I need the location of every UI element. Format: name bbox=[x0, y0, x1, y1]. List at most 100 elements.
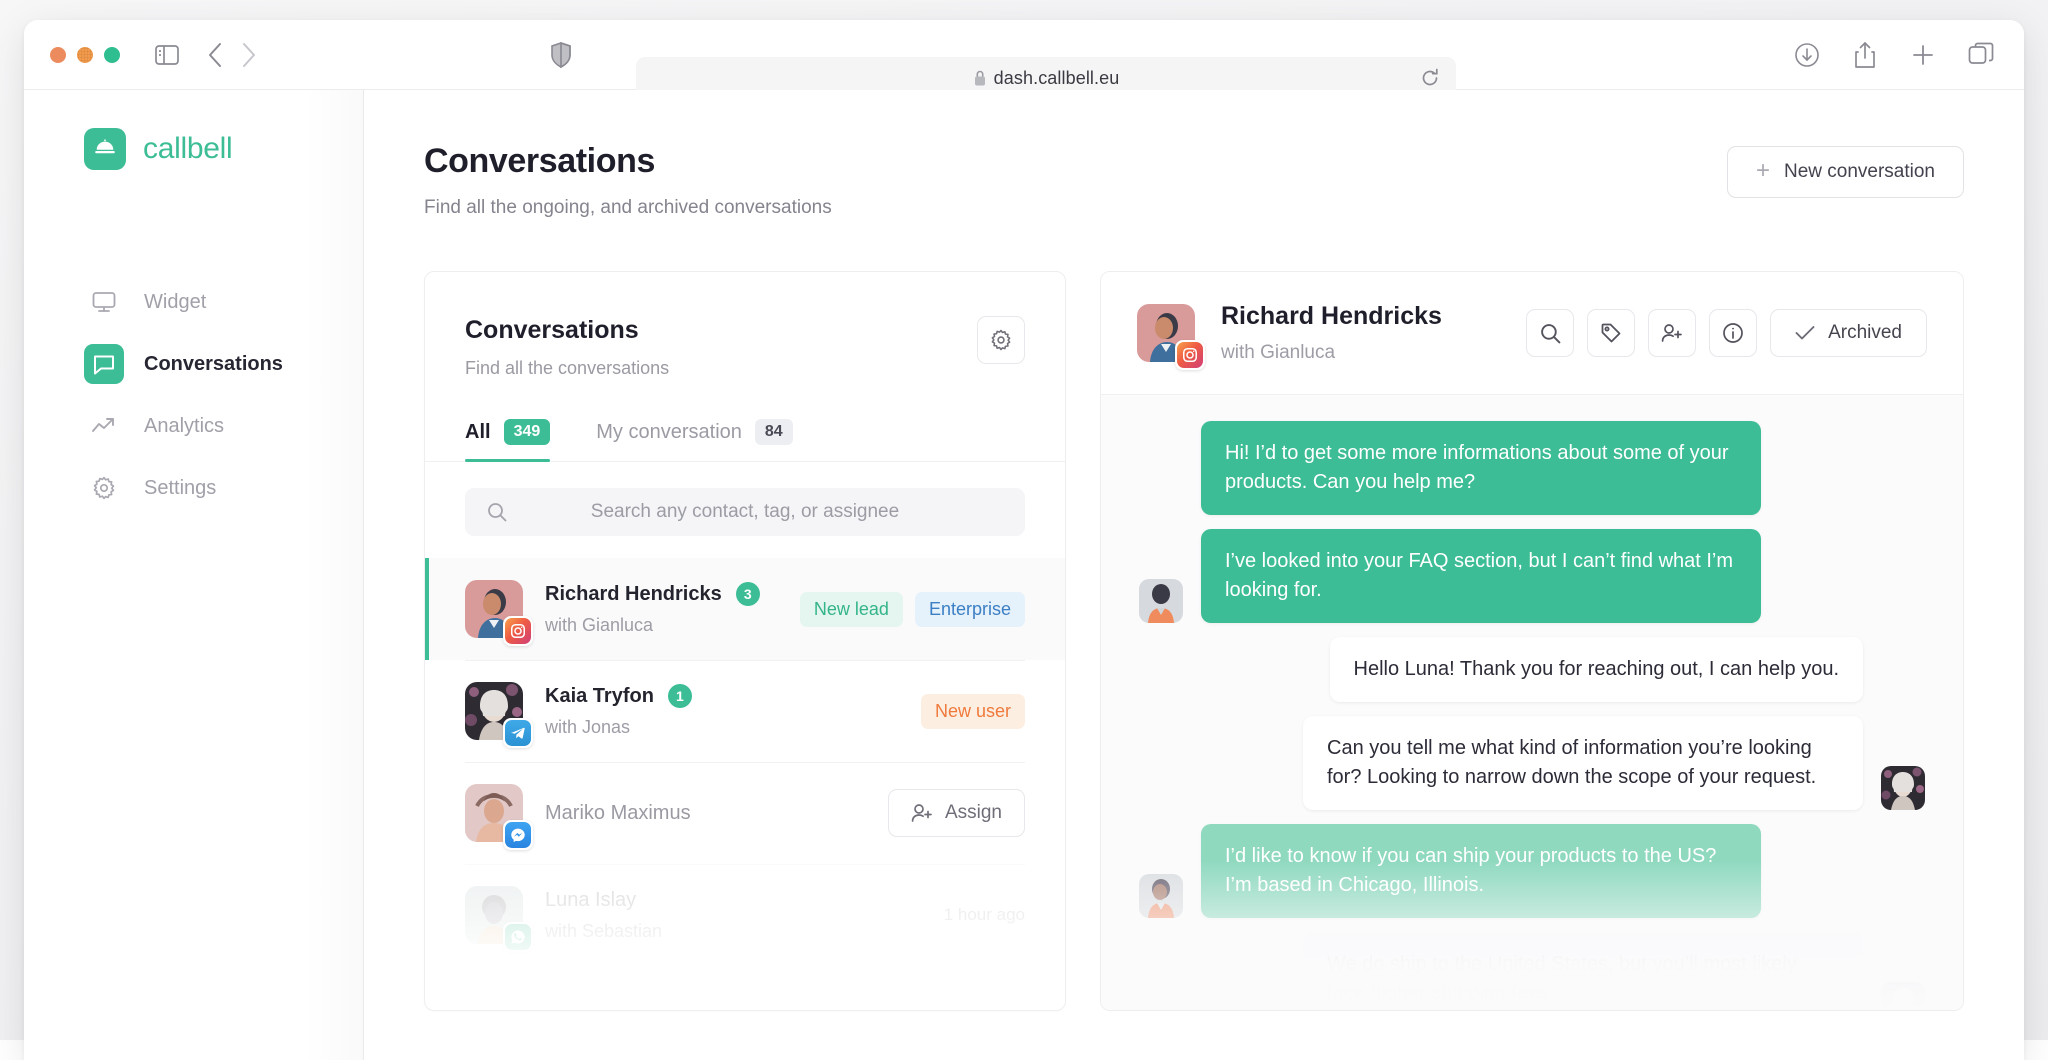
tab-all[interactable]: All 349 bbox=[465, 419, 550, 461]
sidebar-item-label: Widget bbox=[144, 291, 206, 314]
tab-overview-icon[interactable] bbox=[1964, 38, 1998, 72]
maximize-window-button[interactable] bbox=[104, 47, 120, 63]
tab-count-badge: 84 bbox=[755, 419, 793, 445]
conversations-settings-button[interactable] bbox=[977, 316, 1025, 364]
archived-label: Archived bbox=[1828, 322, 1902, 344]
chat-assignee: with Gianluca bbox=[1221, 342, 1500, 364]
browser-toolbar: dash.callbell.eu bbox=[24, 20, 2024, 90]
chat-contact-info: Richard Hendricks with Gianluca bbox=[1221, 302, 1500, 364]
avatar bbox=[465, 682, 523, 740]
message-bubble: I’d like to know if you can ship your pr… bbox=[1201, 824, 1761, 918]
message-row: We do ship to the United States, but you… bbox=[1139, 932, 1925, 1011]
list-item[interactable]: Mariko Maximus bbox=[425, 762, 1065, 864]
search-icon bbox=[487, 502, 507, 522]
assignee-label: with Jonas bbox=[545, 717, 899, 738]
conversations-panel-subtitle: Find all the conversations bbox=[465, 358, 669, 379]
forward-arrow-icon[interactable] bbox=[232, 38, 266, 72]
list-item-tags: New user bbox=[921, 694, 1025, 729]
message-row: Hello Luna! Thank you for reaching out, … bbox=[1139, 637, 1925, 702]
assign-label: Assign bbox=[945, 802, 1002, 824]
list-item-meta: Mariko Maximus bbox=[545, 802, 866, 825]
assign-button[interactable]: Assign bbox=[888, 789, 1025, 837]
chat-actions: Archived bbox=[1526, 309, 1927, 357]
contact-name: Richard Hendricks bbox=[545, 583, 722, 606]
list-item-meta: Luna Islay with Sebastian bbox=[545, 889, 922, 942]
messenger-icon bbox=[503, 820, 533, 850]
list-item[interactable]: Kaia Tryfon 1 with Jonas New user bbox=[425, 660, 1065, 762]
new-tab-plus-icon[interactable] bbox=[1906, 38, 1940, 72]
downloads-icon[interactable] bbox=[1790, 38, 1824, 72]
reload-icon[interactable] bbox=[1420, 68, 1440, 88]
instagram-icon bbox=[1175, 340, 1205, 370]
whatsapp-icon bbox=[503, 922, 533, 952]
check-icon bbox=[1795, 325, 1815, 341]
browser-toolbar-right bbox=[1790, 38, 1998, 72]
search-section: Search any contact, tag, or assignee bbox=[425, 462, 1065, 536]
conversations-panel-title: Conversations bbox=[465, 316, 669, 345]
new-conversation-button[interactable]: + New conversation bbox=[1727, 146, 1964, 198]
contact-name: Luna Islay bbox=[545, 889, 636, 912]
contact-name: Mariko Maximus bbox=[545, 802, 691, 825]
shield-icon[interactable] bbox=[544, 38, 578, 72]
list-item[interactable]: Luna Islay with Sebastian 1 hour ago bbox=[425, 864, 1065, 966]
message-avatar bbox=[1881, 766, 1925, 810]
assignee-label: with Gianluca bbox=[545, 615, 778, 636]
avatar bbox=[1137, 304, 1195, 362]
plus-icon: + bbox=[1756, 159, 1770, 183]
tab-my-conversation[interactable]: My conversation 84 bbox=[596, 419, 792, 461]
chat-header: Richard Hendricks with Gianluca bbox=[1101, 272, 1963, 395]
message-bubble: Can you tell me what kind of information… bbox=[1303, 716, 1863, 810]
sidebar-nav: Widget Conversations bbox=[24, 282, 363, 508]
sidebar-item-conversations[interactable]: Conversations bbox=[24, 344, 363, 384]
window-controls bbox=[50, 47, 120, 63]
status-badge[interactable]: New user bbox=[921, 694, 1025, 729]
unread-badge: 3 bbox=[736, 582, 760, 606]
list-item-meta: Kaia Tryfon 1 with Jonas bbox=[545, 684, 899, 738]
unread-badge: 1 bbox=[668, 684, 692, 708]
archived-button[interactable]: Archived bbox=[1770, 309, 1927, 357]
list-item-meta: Richard Hendricks 3 with Gianluca bbox=[545, 582, 778, 636]
sidebar: callbell Widget bbox=[24, 90, 364, 1060]
brand-logo[interactable]: callbell bbox=[24, 128, 363, 170]
chat-assign-button[interactable] bbox=[1648, 309, 1696, 357]
minimize-window-button[interactable] bbox=[77, 47, 93, 63]
share-icon[interactable] bbox=[1848, 38, 1882, 72]
status-badge[interactable]: New lead bbox=[800, 592, 903, 627]
sidebar-item-widget[interactable]: Widget bbox=[24, 282, 363, 322]
brand-name: callbell bbox=[143, 132, 232, 166]
chat-search-button[interactable] bbox=[1526, 309, 1574, 357]
gear-icon bbox=[84, 468, 124, 508]
close-window-button[interactable] bbox=[50, 47, 66, 63]
avatar bbox=[465, 784, 523, 842]
instagram-icon bbox=[503, 616, 533, 646]
chat-panel: Richard Hendricks with Gianluca bbox=[1100, 271, 1964, 1011]
list-item[interactable]: Richard Hendricks 3 with Gianluca New le… bbox=[425, 558, 1065, 660]
chat-info-button[interactable] bbox=[1709, 309, 1757, 357]
gear-icon bbox=[990, 329, 1012, 351]
message-bubble: Hello Luna! Thank you for reaching out, … bbox=[1330, 637, 1864, 702]
message-bubble: I’ve looked into your FAQ section, but I… bbox=[1201, 529, 1761, 623]
status-badge[interactable]: Enterprise bbox=[915, 592, 1025, 627]
message-bubble: Hi! I’d to get some more informations ab… bbox=[1201, 421, 1761, 515]
back-arrow-icon[interactable] bbox=[198, 38, 232, 72]
conversations-panel: Conversations Find all the conversations bbox=[424, 271, 1066, 1011]
chat-tag-button[interactable] bbox=[1587, 309, 1635, 357]
conversation-list: Richard Hendricks 3 with Gianluca New le… bbox=[425, 558, 1065, 966]
tab-label: My conversation bbox=[596, 421, 742, 444]
avatar bbox=[465, 886, 523, 944]
timestamp: 1 hour ago bbox=[944, 905, 1025, 925]
search-input[interactable]: Search any contact, tag, or assignee bbox=[465, 488, 1025, 536]
chat-bubble-icon bbox=[84, 344, 124, 384]
sidebar-item-settings[interactable]: Settings bbox=[24, 468, 363, 508]
trend-up-icon bbox=[84, 406, 124, 446]
sidebar-item-analytics[interactable]: Analytics bbox=[24, 406, 363, 446]
page-header: Conversations Find all the ongoing, and … bbox=[424, 142, 1964, 219]
app-container: callbell Widget bbox=[24, 90, 2024, 1060]
assign-user-icon bbox=[911, 803, 933, 823]
search-icon bbox=[1540, 323, 1561, 344]
sidebar-toggle-icon[interactable] bbox=[150, 38, 184, 72]
tag-icon bbox=[1600, 322, 1622, 344]
message-row: I’ve looked into your FAQ section, but I… bbox=[1139, 529, 1925, 623]
message-avatar bbox=[1881, 982, 1925, 1011]
page-subtitle: Find all the ongoing, and archived conve… bbox=[424, 197, 832, 219]
